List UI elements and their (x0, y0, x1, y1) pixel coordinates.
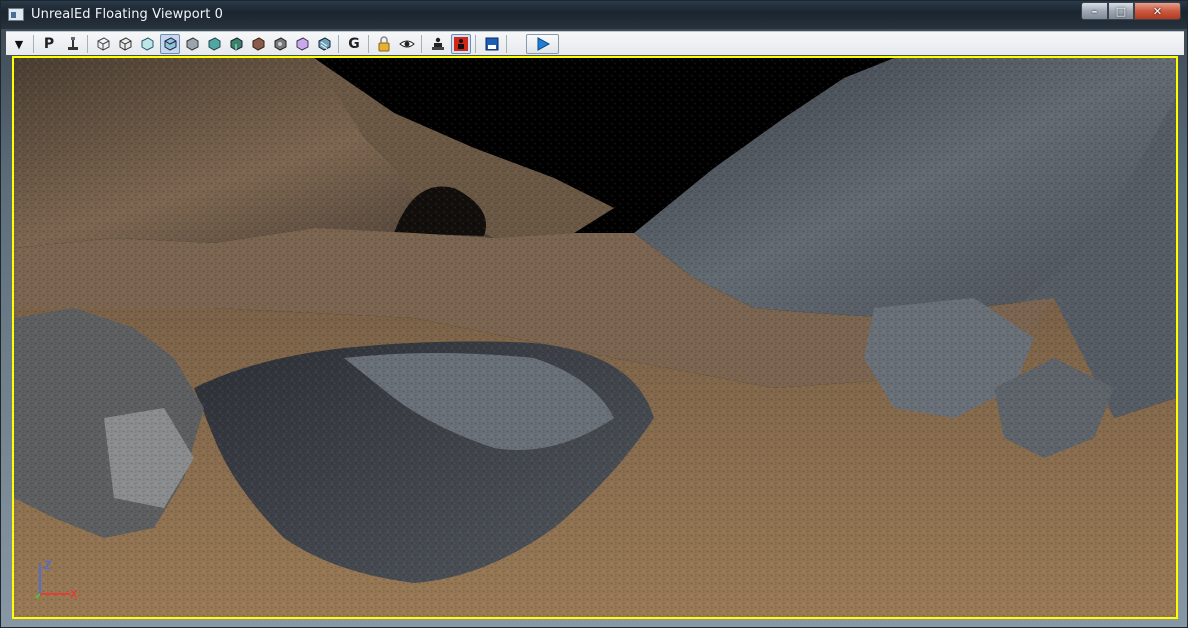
detail-lighting-button[interactable] (182, 34, 202, 54)
app-icon (8, 8, 24, 21)
window-title: UnrealEd Floating Viewport 0 (31, 7, 224, 22)
texture-density-button[interactable] (226, 34, 246, 54)
shader-complexity-button[interactable] (248, 34, 268, 54)
game-view-button[interactable]: G (344, 34, 364, 54)
viewport-options-dropdown[interactable]: ▼ (9, 34, 29, 54)
maximize-icon: □ (1115, 4, 1127, 18)
realtime-preview-button[interactable] (397, 34, 417, 54)
lock-icon (378, 36, 390, 52)
wireframe-mode-button[interactable] (93, 34, 113, 54)
eye-icon (399, 40, 415, 48)
save-icon (485, 37, 499, 51)
terrain-render (14, 58, 1176, 617)
light-complexity-icon (208, 37, 221, 51)
lit-icon (164, 37, 177, 51)
dropdown-arrow-icon: ▼ (14, 37, 24, 51)
close-button[interactable]: ✕ (1134, 2, 1181, 20)
lightmap-density-icon (274, 37, 287, 51)
lit-lightmap-button[interactable] (292, 34, 312, 54)
title-bar[interactable]: UnrealEd Floating Viewport 0 – □ ✕ (1, 1, 1187, 29)
scene-viewport[interactable]: Z X (12, 56, 1178, 619)
matinee-icon (454, 37, 468, 51)
shader-complexity-icon (252, 37, 265, 51)
maximize-button[interactable]: □ (1108, 2, 1134, 20)
actor-lock-button[interactable] (428, 34, 448, 54)
lock-view-button[interactable] (374, 34, 394, 54)
wireframe-icon (97, 37, 110, 51)
close-icon: ✕ (1152, 4, 1163, 18)
minimize-button[interactable]: – (1081, 2, 1108, 20)
texture-density-icon (230, 37, 243, 51)
pivot-button[interactable] (63, 34, 83, 54)
perspective-view-button[interactable]: P (39, 34, 59, 54)
play-icon (537, 37, 550, 51)
play-in-viewport-button[interactable] (526, 34, 559, 54)
lit-mode-button[interactable] (160, 34, 180, 54)
pivot-icon (68, 37, 78, 50)
brush-wireframe-icon (119, 37, 132, 51)
unlit-mode-button[interactable] (137, 34, 157, 54)
window-controls: – □ ✕ (1081, 2, 1181, 21)
axis-gizmo: Z X (35, 559, 78, 601)
matinee-preview-button[interactable] (451, 34, 471, 54)
game-view-icon: G (348, 36, 360, 52)
minimize-icon: – (1091, 4, 1098, 18)
actor-icon (432, 37, 444, 50)
brush-wireframe-button[interactable] (115, 34, 135, 54)
light-complexity-button[interactable] (204, 34, 224, 54)
axis-z-label: Z (44, 559, 52, 572)
lightmap-density-button[interactable] (270, 34, 290, 54)
lit-lightmap-icon (296, 37, 309, 51)
perspective-icon: P (43, 36, 55, 52)
viewport-toolbar: ▼ P G (6, 31, 1184, 55)
lighting-only-icon (186, 37, 199, 51)
save-view-button[interactable] (482, 34, 502, 54)
axis-x-label: X (70, 588, 78, 601)
unrealed-floating-viewport-window: UnrealEd Floating Viewport 0 – □ ✕ ▼ P G… (0, 0, 1188, 628)
reflections-icon (318, 37, 331, 51)
reflections-button[interactable] (314, 34, 334, 54)
unlit-icon (141, 37, 154, 51)
